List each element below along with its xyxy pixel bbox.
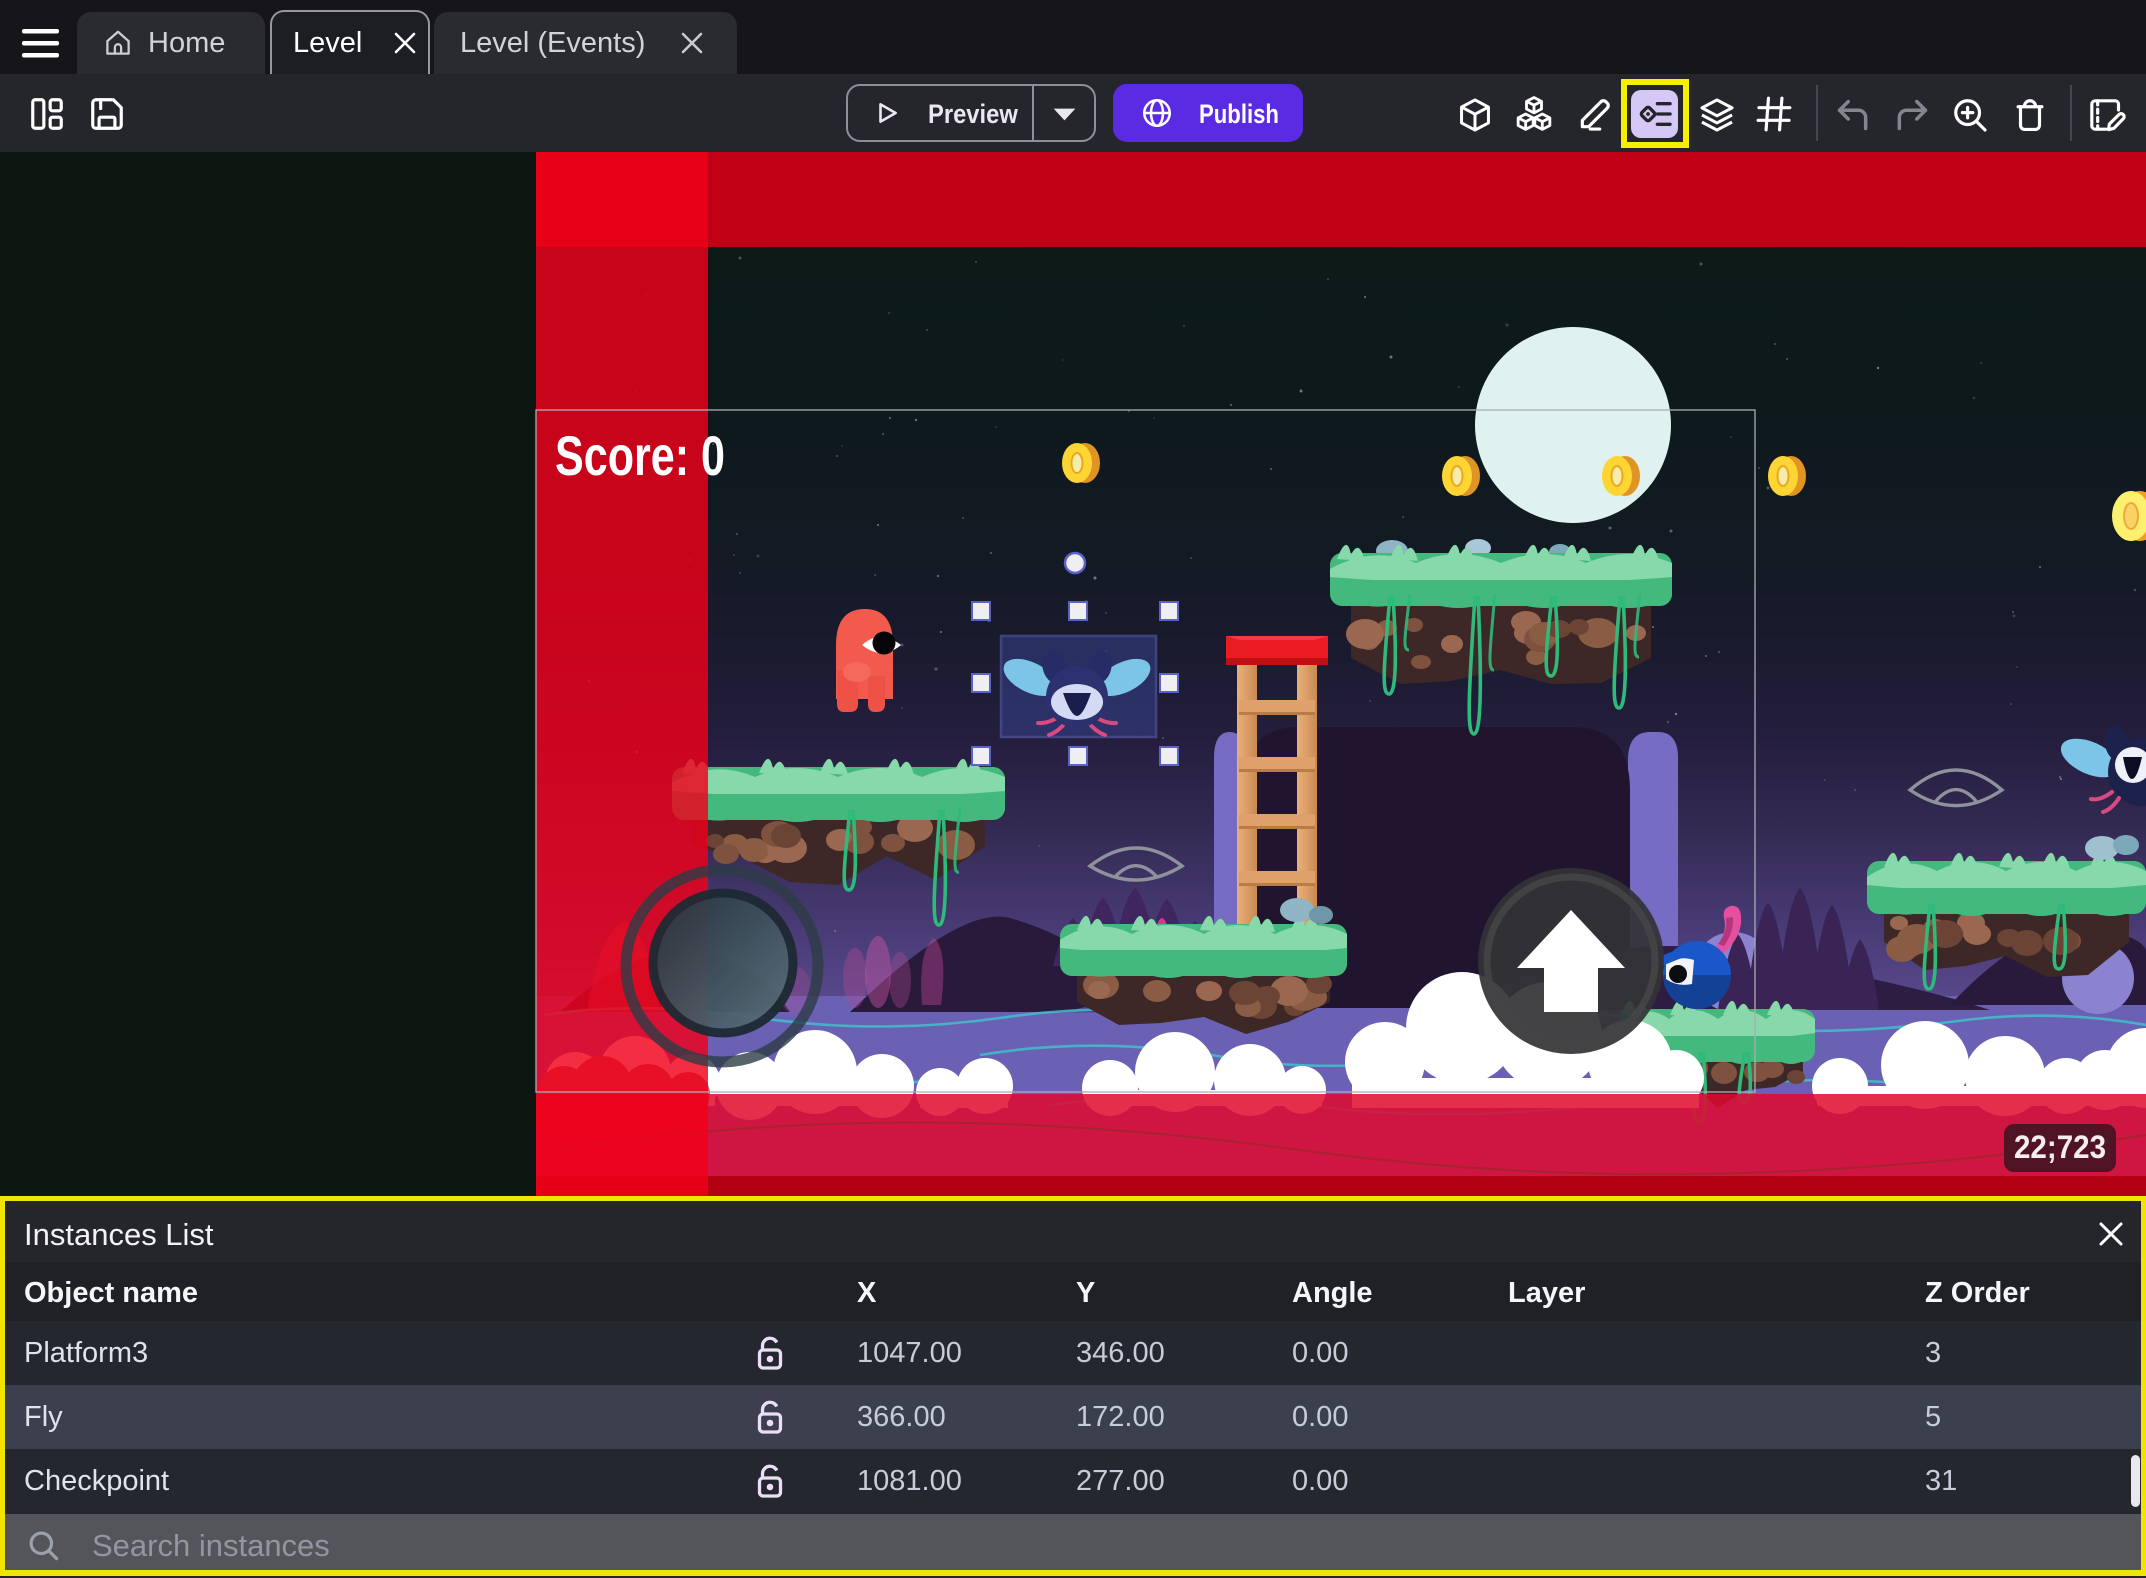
- svg-text:22;723: 22;723: [2014, 1129, 2106, 1165]
- svg-text:Score: 0: Score: 0: [555, 424, 725, 487]
